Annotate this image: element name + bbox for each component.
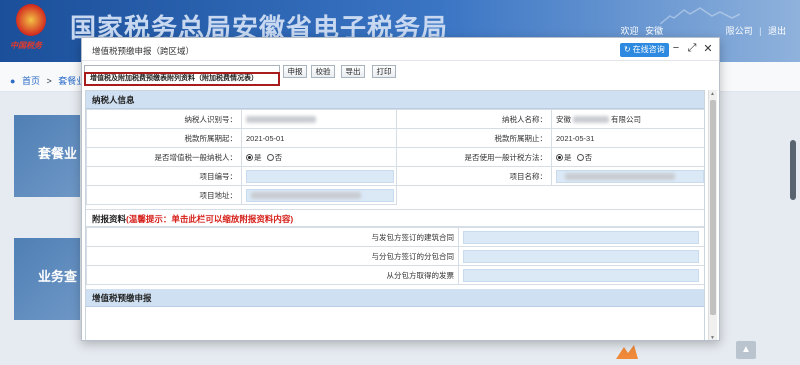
online-consult-button[interactable]: ↻ 在线咨询 — [620, 43, 669, 57]
redacted-value — [251, 191, 361, 199]
project-name-label: 项目名称： — [396, 166, 552, 186]
attachment-warning: (温馨提示：单击此栏可以缩放附报资料内容) — [126, 214, 294, 224]
page-footer — [0, 352, 800, 365]
export-button[interactable]: 导出 — [341, 65, 365, 78]
company-prefix: 安徽 — [645, 26, 664, 36]
redacted-value — [573, 116, 609, 124]
attachment-row-label: 与发包方签订的建筑合同 — [86, 227, 459, 247]
table-row: 与发包方签订的建筑合同 — [86, 227, 704, 247]
bg-card-query[interactable]: 业务查 — [14, 238, 80, 320]
modal-scrollbar[interactable]: ▲ ▼ — [708, 90, 717, 340]
period-end-value: 2021-05-31 — [551, 128, 704, 148]
table-row: 是否增值税一般纳税人： 是 否 是否使用一般计税方法： 是 否 — [86, 147, 704, 167]
project-address-input[interactable] — [246, 188, 394, 202]
general-taxpayer-no-radio[interactable] — [266, 153, 274, 161]
taxpayer-table: 纳税人识别号： 纳税人名称： 安徽 有限公司 税款所属期起： 2021-05-01… — [86, 109, 704, 205]
general-taxpayer-yes-radio[interactable] — [246, 153, 253, 161]
taxpayer-name-prefix: 安徽 — [556, 114, 571, 124]
attachment-row-label: 从分包方取得的发票 — [86, 265, 459, 285]
taxpayer-name-label: 纳税人名称： — [396, 109, 552, 129]
radio-yes-label: 是 — [254, 152, 262, 162]
breadcrumb-separator: > — [46, 76, 52, 86]
prepay-section-heading: 增值税预缴申报 — [86, 289, 704, 307]
welcome-text: 欢迎 — [620, 26, 639, 36]
attachment-cell — [458, 227, 704, 247]
scrollbar-thumb[interactable] — [710, 100, 716, 315]
tax-emblem-icon — [16, 4, 46, 36]
online-consult-label: 在线咨询 — [632, 45, 665, 54]
close-icon[interactable]: ✕ — [702, 42, 714, 55]
form-content: 纳税人信息 纳税人识别号： 纳税人名称： 安徽 有限公司 税款所属期起： 2021… — [85, 90, 705, 340]
modal-title: 增值税预缴申报（跨区域） — [92, 46, 195, 56]
back-to-top-button[interactable]: ▲ — [736, 341, 756, 359]
scroll-down-icon[interactable]: ▼ — [710, 335, 715, 340]
tab-attachment-tax-form[interactable]: 增值税及附加税费预缴表附列资料（附加税费情况表） — [84, 72, 280, 86]
minimize-icon[interactable]: − — [670, 42, 682, 54]
logout-link[interactable]: 退出 — [768, 26, 786, 36]
general-method-radios: 是 否 — [551, 147, 704, 167]
attachment-section-heading[interactable]: 附报资料(温馨提示：单击此栏可以缩放附报资料内容) — [86, 209, 704, 227]
print-button[interactable]: 打印 — [372, 65, 396, 78]
empty-cell — [396, 185, 704, 205]
declare-button[interactable]: 申报 — [283, 65, 307, 78]
radio-no-label: 否 — [274, 152, 283, 162]
breadcrumb: ● 首页 > 套餐业 — [10, 74, 85, 87]
maximize-icon[interactable]: ⤢ — [686, 42, 698, 55]
period-start-value: 2021-05-01 — [241, 128, 397, 148]
table-row: 税款所属期起： 2021-05-01 税款所属期止： 2021-05-31 — [86, 128, 704, 148]
bg-card-package[interactable]: 套餐业 — [14, 115, 80, 197]
breadcrumb-home[interactable]: 首页 — [22, 76, 40, 86]
general-taxpayer-label: 是否增值税一般纳税人： — [86, 147, 242, 167]
table-row: 从分包方取得的发票 — [86, 265, 704, 285]
location-pin-icon: ● — [10, 76, 16, 86]
taxpayer-section-heading: 纳税人信息 — [86, 91, 704, 109]
construction-contract-input[interactable] — [463, 230, 699, 244]
declaration-modal: 增值税预缴申报（跨区域） ↻ 在线咨询 − ⤢ ✕ 申报 校验 导出 打印 增值税… — [81, 37, 720, 341]
table-row: 项目地址： — [86, 185, 704, 205]
project-name-cell — [551, 166, 704, 186]
general-taxpayer-radios: 是 否 — [241, 147, 397, 167]
scroll-up-icon[interactable]: ▲ — [710, 91, 715, 97]
radio-no-label: 否 — [584, 152, 593, 162]
taxpayer-id-value — [241, 109, 397, 129]
taxpayer-name-value: 安徽 有限公司 — [551, 109, 704, 129]
page-scrollbar[interactable] — [790, 140, 796, 200]
attachment-cell — [458, 265, 704, 285]
general-method-no-radio[interactable] — [576, 153, 584, 161]
table-row: 纳税人识别号： 纳税人名称： 安徽 有限公司 — [86, 109, 704, 129]
verify-button[interactable]: 校验 — [311, 65, 335, 78]
emblem-caption: 中国税务 — [10, 40, 42, 50]
project-no-cell — [241, 166, 397, 186]
attachment-table: 与发包方签订的建筑合同 与分包方签订的分包合同 从分包方取得的发票 — [86, 227, 704, 285]
link-separator: | — [759, 26, 762, 36]
project-address-label: 项目地址： — [86, 185, 242, 205]
taxpayer-name-suffix: 有限公司 — [611, 114, 641, 124]
period-end-label: 税款所属期止： — [396, 128, 552, 148]
project-no-label: 项目编号： — [86, 166, 242, 186]
taxpayer-id-label: 纳税人识别号： — [86, 109, 242, 129]
great-wall-decoration-icon — [660, 7, 740, 25]
modal-header: 增值税预缴申报（跨区域） ↻ 在线咨询 − ⤢ ✕ — [82, 38, 719, 61]
table-row: 项目编号： 项目名称： — [86, 166, 704, 186]
top-user-links: 欢迎 安徽 限公司 | 退出 — [617, 24, 786, 37]
redacted-value — [246, 116, 316, 124]
project-no-input[interactable] — [246, 169, 394, 183]
radio-yes-label: 是 — [564, 152, 572, 162]
attachment-heading-label: 附报资料 — [92, 214, 127, 224]
subcontract-input[interactable] — [463, 249, 699, 263]
table-row: 与分包方签订的分包合同 — [86, 246, 704, 266]
headset-icon: ↻ — [624, 45, 631, 54]
attachment-row-label: 与分包方签订的分包合同 — [86, 246, 459, 266]
project-address-cell — [241, 185, 397, 205]
redacted-value — [565, 172, 675, 180]
tab-attachment-label: 增值税及附加税费预缴表附列资料（附加税费情况表） — [90, 75, 258, 82]
project-name-input[interactable] — [556, 169, 704, 183]
company-suffix: 限公司 — [725, 26, 753, 36]
subcontract-invoice-input[interactable] — [463, 268, 699, 282]
mascot-icon — [616, 345, 638, 359]
general-method-label: 是否使用一般计税方法： — [396, 147, 552, 167]
general-method-yes-radio[interactable] — [556, 153, 563, 161]
period-start-label: 税款所属期起： — [86, 128, 242, 148]
attachment-cell — [458, 246, 704, 266]
